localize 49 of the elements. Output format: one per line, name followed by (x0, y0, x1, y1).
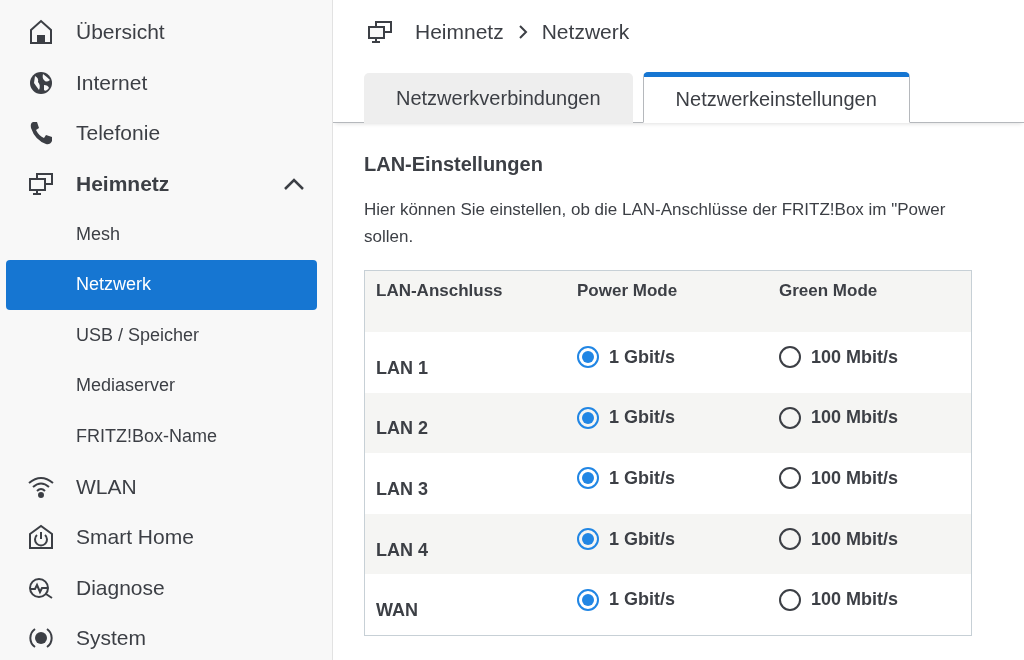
nav-item[interactable]: Diagnose (6, 562, 317, 613)
option-label: 100 Mbit/s (811, 468, 899, 489)
nav-item[interactable]: System (6, 613, 317, 660)
port-label: LAN 1 (376, 356, 429, 379)
option-label: 1 Gbit/s (609, 407, 675, 429)
column-header: Green Mode (779, 280, 879, 301)
option-label: 1 Gbit/s (609, 468, 675, 489)
nav-subitem[interactable]: Mediaserver (6, 360, 317, 411)
nav-subitem[interactable]: Mesh (6, 209, 317, 260)
port-label: LAN 2 (376, 417, 429, 440)
nav-item[interactable]: Smart Home (6, 512, 317, 563)
nav-subitem[interactable]: FRITZ!Box-Name (6, 411, 317, 462)
radio-button[interactable] (779, 467, 801, 490)
port-label: WAN (376, 599, 419, 622)
radio-button[interactable] (779, 346, 801, 369)
chevron-icon[interactable] (283, 176, 305, 191)
nav-subitem[interactable]: USB / Speicher (6, 310, 317, 361)
nav-item[interactable]: Heimnetz (6, 158, 317, 209)
nav-item[interactable]: WLAN (6, 461, 317, 512)
radio-button[interactable] (779, 528, 801, 551)
column-header: LAN-Anschluss (376, 280, 504, 301)
option-label: 1 Gbit/s (609, 346, 675, 368)
port-label: LAN 4 (376, 538, 429, 561)
description-text: Hier können Sie einstellen, ob die LAN-Anschlüsse der FRITZ!Box im "Power sollen. (364, 199, 947, 248)
breadcrumb-item[interactable]: Netzwerk (541, 20, 630, 44)
option-label: 1 Gbit/s (609, 589, 675, 611)
radio-button[interactable] (779, 588, 801, 611)
radio-button[interactable] (779, 406, 801, 429)
nav-subitem[interactable]: Netzwerk (6, 259, 317, 310)
chevron-right-icon (517, 24, 528, 40)
option-label: 100 Mbit/s (811, 407, 899, 429)
tab[interactable]: Netzwerkeinstellungen (642, 72, 910, 123)
nav-item[interactable]: Internet (6, 57, 317, 108)
section-title: LAN-Einstellungen (364, 153, 544, 176)
radio-button[interactable] (577, 528, 599, 551)
column-header: Power Mode (577, 280, 679, 301)
radio-button[interactable] (577, 346, 599, 369)
option-label: 100 Mbit/s (811, 589, 899, 611)
port-label: LAN 3 (376, 478, 429, 500)
option-label: 100 Mbit/s (811, 528, 899, 550)
nav-item[interactable]: Übersicht (6, 7, 317, 58)
radio-button[interactable] (577, 467, 599, 490)
radio-button[interactable] (577, 588, 599, 611)
radio-button[interactable] (577, 406, 599, 429)
nav-item[interactable]: Telefonie (6, 108, 317, 159)
option-label: 100 Mbit/s (811, 346, 899, 368)
breadcrumb-item[interactable]: Heimnetz (415, 20, 504, 44)
option-label: 1 Gbit/s (609, 528, 675, 550)
tab[interactable]: Netzwerkverbindungen (364, 73, 633, 123)
